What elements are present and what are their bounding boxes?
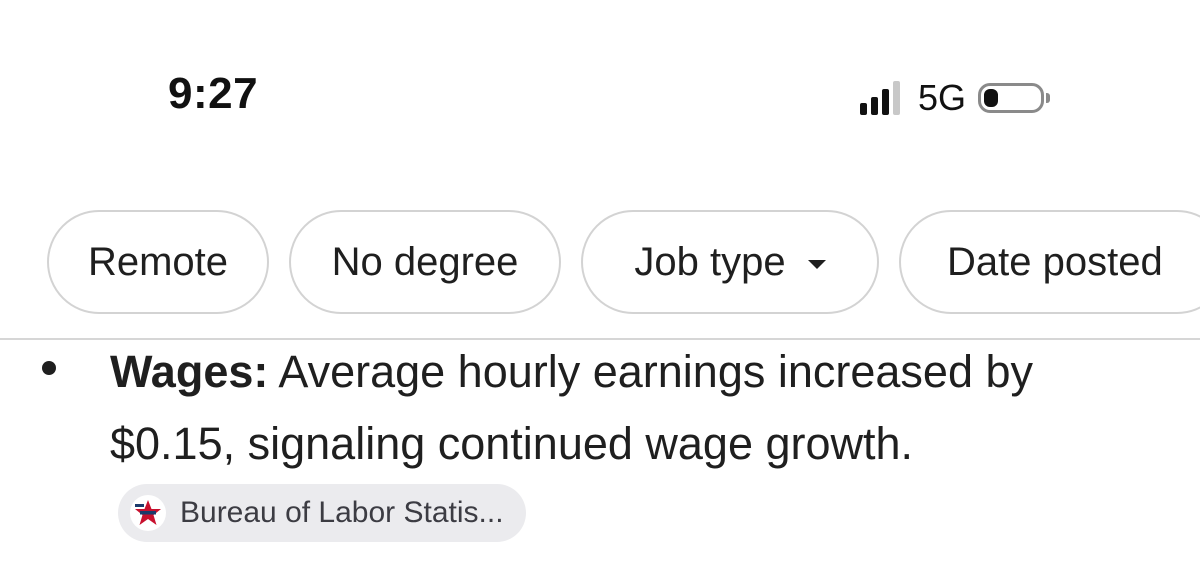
cellular-signal-icon — [860, 81, 900, 115]
filter-chip-date-posted[interactable]: Date posted — [899, 210, 1200, 314]
battery-body — [978, 83, 1045, 113]
chip-label: No degree — [331, 239, 519, 284]
signal-bar — [893, 81, 900, 115]
status-time: 9:27 — [168, 69, 259, 118]
signal-bar — [871, 97, 878, 115]
bls-star-logo-icon — [130, 495, 166, 532]
bullet-marker — [42, 361, 56, 375]
filter-chip-remote[interactable]: Remote — [47, 210, 269, 314]
source-name: Bureau of Labor Statis... — [180, 496, 504, 530]
source-chip[interactable]: Bureau of Labor Statis... — [118, 484, 526, 543]
bullet-label: Wages: — [110, 346, 269, 397]
caret-down-icon — [807, 259, 826, 269]
signal-bar — [860, 103, 867, 115]
network-type: 5G — [918, 77, 967, 118]
signal-bar — [882, 89, 889, 115]
filter-chip-no-degree[interactable]: No degree — [289, 210, 561, 314]
chip-label: Remote — [87, 239, 229, 284]
status-indicators: 5G — [860, 77, 1051, 118]
bullet-item: Wages: Average hourly earnings increased… — [110, 336, 1170, 552]
battery-fill — [984, 89, 999, 107]
filter-chip-job-type[interactable]: Job type — [581, 210, 879, 314]
chip-label: Date posted — [947, 239, 1163, 284]
battery-icon — [978, 83, 1051, 113]
filter-chips: Remote No degree Job type Date posted — [47, 210, 1200, 314]
battery-cap — [1046, 93, 1051, 103]
chip-label: Job type — [634, 239, 786, 284]
